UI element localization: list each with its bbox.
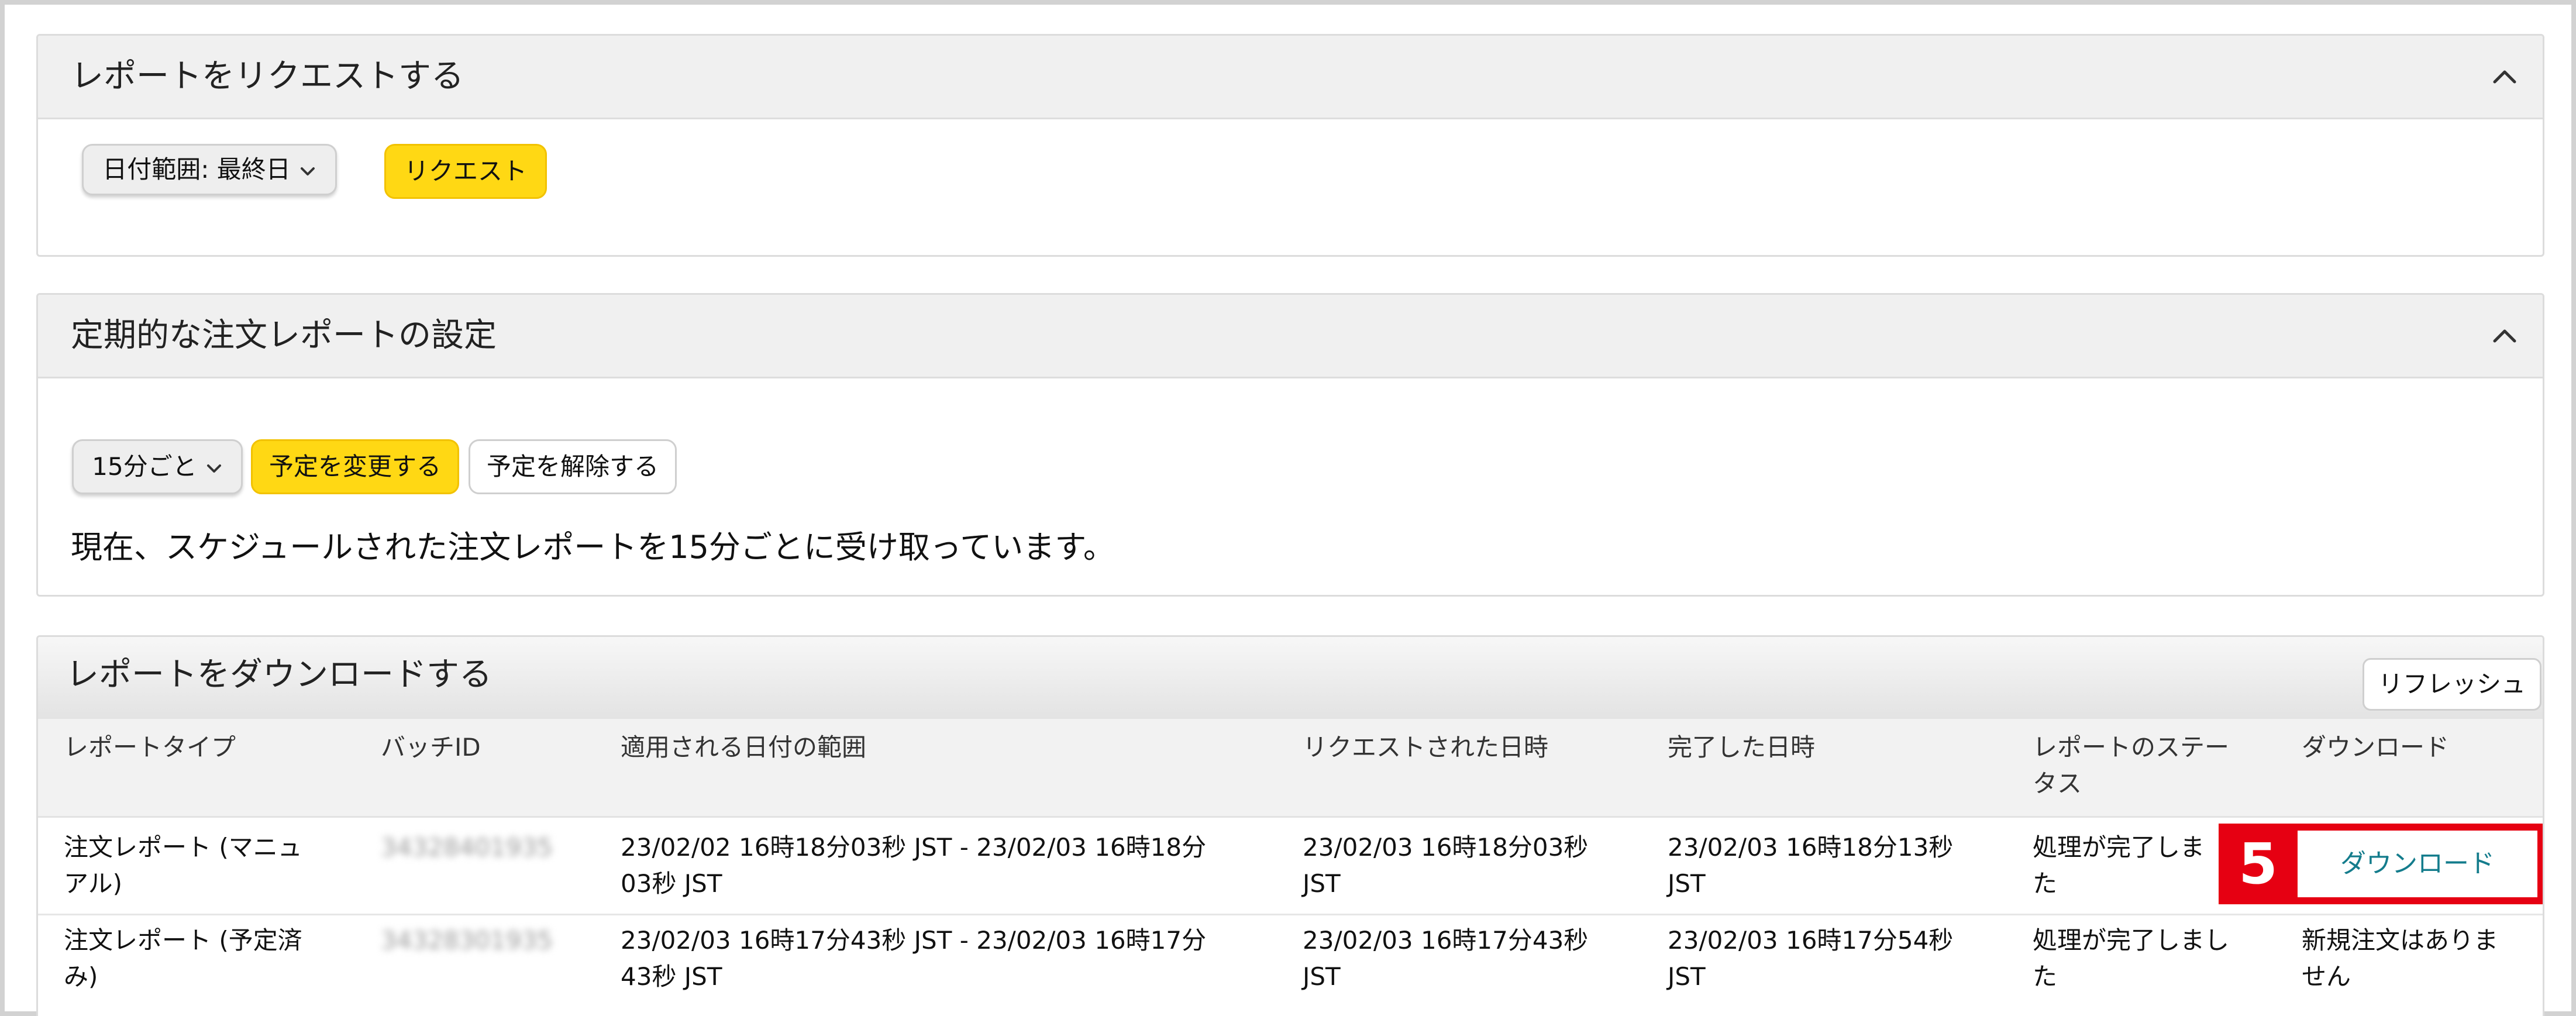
no-new-orders-line1: 新規注文はありま: [2302, 926, 2499, 955]
requested-at-cell: 23/02/03 16時17分43秒 JST: [1303, 922, 1588, 995]
report-type-line1: 注文レポート (マニュ: [64, 833, 302, 862]
chevron-down-icon: [300, 167, 315, 175]
date-range-line1: 23/02/03 16時17分43秒 JST - 23/02/03 16時17分: [621, 926, 1207, 955]
date-range-cell: 23/02/02 16時18分03秒 JST - 23/02/03 16時18分…: [621, 829, 1206, 902]
chevron-down-icon: [206, 464, 221, 473]
schedule-status-text: 現在、スケジュールされた注文レポートを15分ごとに受け取っています。: [71, 529, 1115, 566]
report-type-cell: 注文レポート (予定済 み): [64, 922, 302, 995]
download-cell: 新規注文はありま せん: [2302, 922, 2498, 995]
request-button[interactable]: リクエスト: [384, 144, 547, 199]
change-schedule-button[interactable]: 予定を変更する: [251, 439, 459, 494]
date-range-line2: 03秒 JST: [621, 869, 722, 898]
report-status-line1: 処理が完了しまし: [2033, 926, 2230, 955]
refresh-button[interactable]: リフレッシュ: [2363, 658, 2541, 711]
requested-at-cell: 23/02/03 16時18分03秒 JST: [1303, 829, 1588, 902]
date-range-line2: 43秒 JST: [621, 962, 722, 991]
request-report-title: レポートをリクエストする: [71, 57, 464, 95]
report-type-cell: 注文レポート (マニュ アル): [64, 829, 302, 902]
step-number-badge: 5: [2219, 824, 2298, 904]
interval-select-label: 15分ごと: [92, 452, 197, 481]
column-header-report-status-line1: レポートのステー: [2033, 733, 2230, 762]
chevron-up-icon[interactable]: [2490, 321, 2519, 350]
requested-at-line2: JST: [1303, 962, 1341, 991]
report-status-line1: 処理が完了しま: [2033, 833, 2205, 862]
schedule-report-panel: 定期的な注文レポートの設定 15分ごと 予定を変更する 予定を解除する 現在、ス…: [36, 293, 2544, 597]
requested-at-line1: 23/02/03 16時18分03秒: [1303, 833, 1589, 862]
column-header-report-type: レポートタイプ: [64, 733, 236, 762]
batch-id-cell: 34328301935: [381, 926, 553, 955]
batch-id-cell: 34328401935: [381, 833, 553, 862]
completed-at-cell: 23/02/03 16時17分54秒 JST: [1668, 922, 1953, 995]
interval-select[interactable]: 15分ごと: [72, 439, 243, 494]
completed-at-line1: 23/02/03 16時17分54秒: [1668, 926, 1954, 955]
cancel-schedule-button[interactable]: 予定を解除する: [469, 439, 677, 494]
date-range-line1: 23/02/02 16時18分03秒 JST - 23/02/03 16時18分: [621, 833, 1207, 862]
completed-at-line2: JST: [1668, 962, 1706, 991]
report-status-line2: た: [2033, 869, 2058, 898]
date-range-select-label: 日付範囲: 最終日: [102, 155, 291, 184]
column-header-batch-id: バッチID: [381, 733, 481, 762]
completed-at-line2: JST: [1668, 869, 1706, 898]
column-header-date-range: 適用される日付の範囲: [621, 733, 867, 762]
no-new-orders-line2: せん: [2302, 962, 2351, 991]
column-header-completed-at: 完了した日時: [1668, 733, 1816, 762]
report-status-cell: 処理が完了しま た: [2033, 829, 2205, 902]
date-range-select[interactable]: 日付範囲: 最終日: [82, 144, 337, 195]
date-range-cell: 23/02/03 16時17分43秒 JST - 23/02/03 16時17分…: [621, 922, 1206, 995]
report-status-cell: 処理が完了しまし た: [2033, 922, 2229, 995]
page-frame: レポートをリクエストする 日付範囲: 最終日 リクエスト 定期的な注文レポートの…: [0, 0, 2576, 1016]
schedule-report-header[interactable]: 定期的な注文レポートの設定: [38, 295, 2543, 378]
requested-at-line2: JST: [1303, 869, 1341, 898]
report-type-line1: 注文レポート (予定済: [64, 926, 302, 955]
request-report-header[interactable]: レポートをリクエストする: [38, 36, 2543, 119]
report-type-line2: み): [64, 962, 98, 991]
download-report-panel: レポートをダウンロードする リフレッシュ レポートタイプ バッチID 適用される…: [36, 635, 2544, 1016]
requested-at-line1: 23/02/03 16時17分43秒: [1303, 926, 1589, 955]
column-header-report-status: レポートのステー タス: [2033, 729, 2229, 802]
download-highlight-box: 5 ダウンロード: [2219, 824, 2543, 904]
column-header-download: ダウンロード: [2302, 733, 2450, 762]
report-status-line2: た: [2033, 962, 2058, 991]
schedule-report-title: 定期的な注文レポートの設定: [71, 316, 497, 354]
chevron-up-icon[interactable]: [2490, 62, 2519, 91]
table-row: 注文レポート (予定済 み) 34328301935 23/02/03 16時1…: [38, 915, 2543, 1016]
request-report-panel: レポートをリクエストする 日付範囲: 最終日 リクエスト: [36, 34, 2544, 257]
column-header-report-status-line2: タス: [2033, 769, 2082, 798]
completed-at-line1: 23/02/03 16時18分13秒: [1668, 833, 1954, 862]
table-header-row: レポートタイプ バッチID 適用される日付の範囲 リクエストされた日時 完了した…: [38, 719, 2543, 818]
completed-at-cell: 23/02/03 16時18分13秒 JST: [1668, 829, 1953, 902]
column-header-requested-at: リクエストされた日時: [1303, 733, 1549, 762]
download-link[interactable]: ダウンロード: [2298, 831, 2537, 897]
table-row: 注文レポート (マニュ アル) 34328401935 23/02/02 16時…: [38, 818, 2543, 915]
download-report-header: レポートをダウンロードする リフレッシュ: [38, 637, 2543, 721]
download-report-title: レポートをダウンロードする: [66, 656, 492, 694]
report-type-line2: アル): [64, 869, 122, 898]
